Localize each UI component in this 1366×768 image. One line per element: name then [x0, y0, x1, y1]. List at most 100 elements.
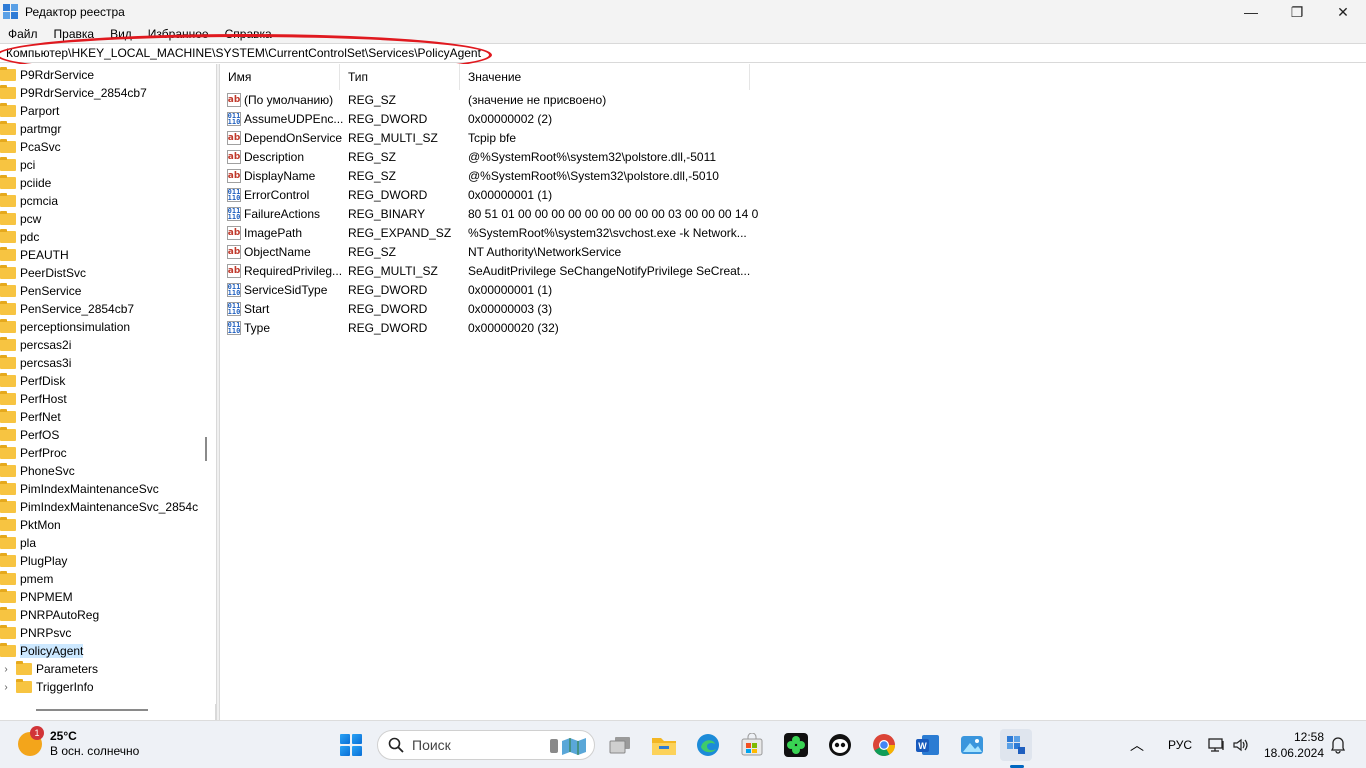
tree-item[interactable]: PeerDistSvc	[0, 264, 86, 282]
minimize-button[interactable]: —	[1228, 0, 1274, 24]
taskbar-search[interactable]: Поиск	[377, 730, 595, 760]
tree-vertical-scroll-thumb[interactable]	[205, 437, 207, 461]
string-value-icon: ab	[227, 92, 241, 107]
title-bar: Редактор реестра — ❐ ✕	[0, 0, 1366, 24]
windows-logo-icon	[340, 734, 362, 756]
tree-item[interactable]: PenService_2854cb7	[0, 300, 134, 318]
chevron-right-icon[interactable]: ›	[0, 682, 12, 693]
app-clover-button[interactable]	[780, 729, 812, 761]
value-row[interactable]: ab ObjectName REG_SZ NT Authority\NetworkSe…	[220, 242, 758, 261]
tree-item[interactable]: PerfNet	[0, 408, 61, 426]
panda-app-button[interactable]	[824, 729, 856, 761]
tree-item[interactable]: PimIndexMaintenanceSvc	[0, 480, 159, 498]
tree-horizontal-scroll-thumb[interactable]	[36, 709, 148, 711]
value-row[interactable]: ab RequiredPrivileg... REG_MULTI_SZ SeAudit…	[220, 261, 758, 280]
value-row[interactable]: ab DependOnService REG_MULTI_SZ Tcpip bfe	[220, 128, 758, 147]
tree-item[interactable]: pciide	[0, 174, 51, 192]
key-tree[interactable]: P9RdrService P9RdrService_2854cb7 Parpor…	[0, 64, 216, 720]
value-row[interactable]: 011 110 FailureActions REG_BINARY 80 51 01 0…	[220, 204, 758, 223]
tree-item[interactable]: pcw	[0, 210, 41, 228]
binary-value-icon: 011 110	[227, 206, 241, 221]
tree-item[interactable]: PEAUTH	[0, 246, 69, 264]
maximize-button[interactable]: ❐	[1274, 0, 1320, 24]
folder-icon	[0, 121, 16, 135]
task-view-button[interactable]	[604, 729, 636, 761]
chevron-right-icon[interactable]: ›	[0, 664, 12, 675]
tree-item[interactable]: PNRPAutoReg	[0, 606, 99, 624]
tree-item[interactable]: percsas2i	[0, 336, 71, 354]
weather-widget[interactable]: 1 25°C В осн. солнечно	[18, 726, 139, 759]
tree-subitem[interactable]: › Parameters	[0, 660, 98, 678]
input-language-indicator[interactable]: РУС	[1168, 721, 1192, 768]
tree-horizontal-scrollbar[interactable]	[0, 704, 198, 718]
tree-item[interactable]: PenService	[0, 282, 81, 300]
photos-button[interactable]	[956, 729, 988, 761]
regedit-app-icon	[3, 4, 19, 20]
tree-item[interactable]: pmem	[0, 570, 53, 588]
column-header-value[interactable]: Значение	[460, 64, 750, 90]
store-button[interactable]	[736, 729, 768, 761]
folder-icon	[0, 319, 16, 333]
notifications-button[interactable]	[1330, 721, 1346, 768]
regedit-taskbar-button[interactable]	[1000, 729, 1032, 761]
menu-edit[interactable]: Правка	[50, 27, 99, 41]
tree-item[interactable]: pcmcia	[0, 192, 58, 210]
close-button[interactable]: ✕	[1320, 0, 1366, 24]
tree-item[interactable]: Parport	[0, 102, 59, 120]
taskbar: 1 25°C В осн. солнечно Поиск W ︿ РУС 12:…	[0, 720, 1366, 768]
value-row[interactable]: ab (По умолчанию) REG_SZ (значение не присв…	[220, 90, 758, 109]
column-header-name[interactable]: Имя	[220, 64, 340, 90]
value-row[interactable]: ab DisplayName REG_SZ @%SystemRoot%\System3…	[220, 166, 758, 185]
chrome-browser-button[interactable]	[868, 729, 900, 761]
tree-item[interactable]: percsas3i	[0, 354, 71, 372]
tree-item[interactable]: P9RdrService	[0, 66, 94, 84]
values-list[interactable]: Имя Тип Значение ab (По умолчанию) REG_SZ(…	[220, 64, 1366, 720]
tree-item[interactable]: pla	[0, 534, 36, 552]
notification-badge: 1	[30, 726, 44, 740]
tree-item[interactable]: PktMon	[0, 516, 61, 534]
start-button[interactable]	[335, 729, 367, 761]
value-row[interactable]: 011 110 ServiceSidType REG_DWORD 0x00000001 …	[220, 280, 758, 299]
tree-item[interactable]: PerfDisk	[0, 372, 65, 390]
tree-item[interactable]: PNPMEM	[0, 588, 73, 606]
show-hidden-icons-button[interactable]: ︿	[1130, 721, 1144, 768]
value-row[interactable]: ab ImagePath REG_EXPAND_SZ %SystemRoot%\sys…	[220, 223, 758, 242]
value-row[interactable]: 011 110 Start REG_DWORD 0x00000003 (3)	[220, 299, 758, 318]
tree-item[interactable]: pci	[0, 156, 35, 174]
value-row[interactable]: 011 110 ErrorControl REG_DWORD 0x00000001 (1…	[220, 185, 758, 204]
menu-favorites[interactable]: Избранное	[144, 27, 213, 41]
tree-item[interactable]: PerfHost	[0, 390, 67, 408]
value-row[interactable]: 011 110 Type REG_DWORD 0x00000020 (32)	[220, 318, 758, 337]
tree-item[interactable]: P9RdrService_2854cb7	[0, 84, 147, 102]
edge-browser-button[interactable]	[692, 729, 724, 761]
tree-item[interactable]: PimIndexMaintenanceSvc_2854cb	[0, 498, 205, 516]
value-row[interactable]: 011 110 AssumeUDPEnc... REG_DWORD 0x00000002…	[220, 109, 758, 128]
volume-button[interactable]	[1232, 721, 1250, 768]
file-explorer-button[interactable]	[648, 729, 680, 761]
tree-item[interactable]: PhoneSvc	[0, 462, 75, 480]
address-path[interactable]: Компьютер\HKEY_LOCAL_MACHINE\SYSTEM\Curr…	[6, 46, 481, 60]
tree-item[interactable]: PNRPsvc	[0, 624, 71, 642]
string-value-icon: ab	[227, 149, 241, 164]
menu-help[interactable]: Справка	[221, 27, 276, 41]
tree-item[interactable]: perceptionsimulation	[0, 318, 130, 336]
tree-item[interactable]: PerfOS	[0, 426, 59, 444]
tree-item[interactable]: pdc	[0, 228, 39, 246]
menu-file[interactable]: Файл	[4, 27, 42, 41]
menu-view[interactable]: Вид	[106, 27, 136, 41]
tree-subitem[interactable]: › TriggerInfo	[0, 678, 94, 696]
column-header-type[interactable]: Тип	[340, 64, 460, 90]
word-icon: W	[916, 735, 939, 755]
tree-item[interactable]: partmgr	[0, 120, 61, 138]
tree-vertical-scrollbar[interactable]	[198, 64, 216, 704]
tree-item[interactable]: PlugPlay	[0, 552, 67, 570]
value-row[interactable]: ab Description REG_SZ @%SystemRoot%\system3…	[220, 147, 758, 166]
network-button[interactable]	[1208, 721, 1226, 768]
word-button[interactable]: W	[912, 729, 944, 761]
weather-sun-icon: 1	[18, 726, 44, 756]
tree-item[interactable]: PerfProc	[0, 444, 67, 462]
tree-item-selected[interactable]: PolicyAgent	[0, 642, 84, 660]
tree-item[interactable]: PcaSvc	[0, 138, 61, 156]
system-clock[interactable]: 12:58 18.06.2024	[1264, 729, 1324, 761]
address-bar[interactable]: Компьютер\HKEY_LOCAL_MACHINE\SYSTEM\Curr…	[0, 43, 1366, 63]
